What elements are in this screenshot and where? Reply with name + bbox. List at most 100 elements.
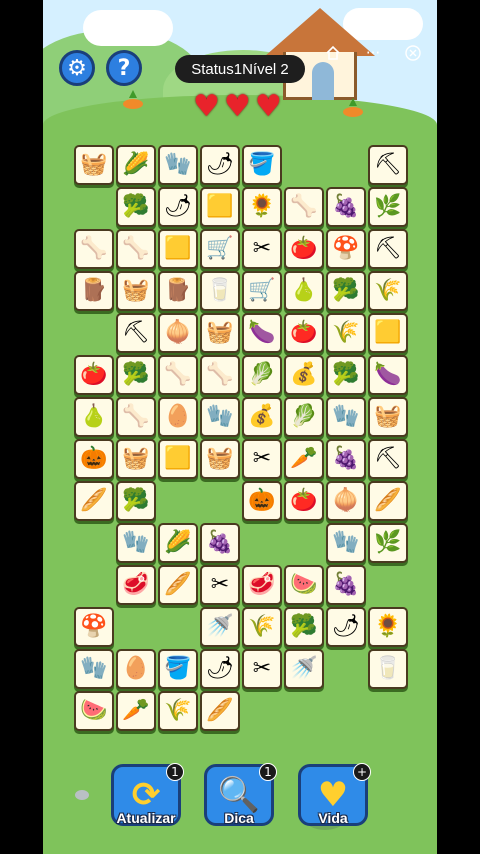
tile-milk-carton[interactable]: 🥛: [200, 271, 240, 311]
tile-eggplant[interactable]: 🍆: [242, 313, 282, 353]
tile-shovel[interactable]: ⛏: [368, 439, 408, 479]
tile-milk-carton[interactable]: 🥛: [368, 649, 408, 689]
tile-broccoli[interactable]: 🥦: [116, 187, 156, 227]
tile-meat[interactable]: 🥩: [116, 565, 156, 605]
tile-logs[interactable]: 🪵: [158, 271, 198, 311]
tile-chili-pepper[interactable]: 🌶: [200, 649, 240, 689]
tile-scissors[interactable]: ✂: [242, 439, 282, 479]
tile-bread[interactable]: 🥖: [200, 691, 240, 731]
tile-watering-can[interactable]: 🚿: [200, 607, 240, 647]
tile-onion[interactable]: 🧅: [158, 313, 198, 353]
tile-broccoli[interactable]: 🥦: [326, 355, 366, 395]
tile-sunflower-seed[interactable]: 🌻: [242, 187, 282, 227]
tile-broccoli[interactable]: 🥦: [326, 271, 366, 311]
tile-seed-bag[interactable]: 💰: [284, 355, 324, 395]
tile-grapes[interactable]: 🍇: [326, 565, 366, 605]
tile-basket[interactable]: 🧺: [200, 439, 240, 479]
tile-tomato[interactable]: 🍅: [284, 313, 324, 353]
tile-wheat[interactable]: 🌾: [242, 607, 282, 647]
tile-bone[interactable]: 🦴: [74, 229, 114, 269]
tile-carrot[interactable]: 🥕: [116, 691, 156, 731]
tile-hay-bale[interactable]: 🟨: [158, 229, 198, 269]
tile-mushroom[interactable]: 🍄: [326, 229, 366, 269]
tile-watermelon[interactable]: 🍉: [74, 691, 114, 731]
tile-bone[interactable]: 🦴: [200, 355, 240, 395]
tile-seed-bag[interactable]: 💰: [242, 397, 282, 437]
tile-wheelbarrow[interactable]: 🛒: [200, 229, 240, 269]
tile-wheat[interactable]: 🌾: [368, 271, 408, 311]
tile-tomato[interactable]: 🍅: [284, 481, 324, 521]
tile-bread[interactable]: 🥖: [158, 565, 198, 605]
tile-basket[interactable]: 🧺: [74, 145, 114, 185]
tile-grapes[interactable]: 🍇: [326, 439, 366, 479]
tile-glove[interactable]: 🧤: [74, 649, 114, 689]
tile-bucket[interactable]: 🪣: [242, 145, 282, 185]
tile-corn[interactable]: 🌽: [116, 145, 156, 185]
tile-wheat[interactable]: 🌾: [326, 313, 366, 353]
tile-meat[interactable]: 🥩: [242, 565, 282, 605]
tile-tomato[interactable]: 🍅: [74, 355, 114, 395]
tile-sunflower-seed[interactable]: 🌻: [368, 607, 408, 647]
tile-broccoli[interactable]: 🥦: [116, 355, 156, 395]
tile-hay-bale[interactable]: 🟨: [158, 439, 198, 479]
tile-bone[interactable]: 🦴: [158, 355, 198, 395]
tile-cauliflower[interactable]: 🥬: [242, 355, 282, 395]
tile-broccoli[interactable]: 🥦: [284, 607, 324, 647]
tile-corn[interactable]: 🌽: [158, 523, 198, 563]
tile-bread[interactable]: 🥖: [368, 481, 408, 521]
tile-glove[interactable]: 🧤: [326, 523, 366, 563]
tile-wheat[interactable]: 🌾: [158, 691, 198, 731]
tile-wheelbarrow[interactable]: 🛒: [242, 271, 282, 311]
sunflower-seed-icon: 🌻: [374, 614, 402, 639]
tile-watermelon[interactable]: 🍉: [284, 565, 324, 605]
tile-chili-pepper[interactable]: 🌶: [326, 607, 366, 647]
tile-hay-bale[interactable]: 🟨: [368, 313, 408, 353]
tile-broccoli[interactable]: 🥦: [116, 481, 156, 521]
tile-basket[interactable]: 🧺: [116, 271, 156, 311]
tile-watering-can[interactable]: 🚿: [284, 649, 324, 689]
tile-basket[interactable]: 🧺: [200, 313, 240, 353]
tile-pear[interactable]: 🍐: [74, 397, 114, 437]
tile-scissors[interactable]: ✂: [242, 649, 282, 689]
tile-tomato[interactable]: 🍅: [284, 229, 324, 269]
tile-bone[interactable]: 🦴: [116, 397, 156, 437]
tile-grass[interactable]: 🌿: [368, 187, 408, 227]
tile-basket[interactable]: 🧺: [368, 397, 408, 437]
tile-pear[interactable]: 🍐: [284, 271, 324, 311]
tile-egg[interactable]: 🥚: [116, 649, 156, 689]
tile-eggplant[interactable]: 🍆: [368, 355, 408, 395]
tile-cauliflower[interactable]: 🥬: [284, 397, 324, 437]
tile-scissors[interactable]: ✂: [242, 229, 282, 269]
tile-grapes[interactable]: 🍇: [200, 523, 240, 563]
tile-egg[interactable]: 🥚: [158, 397, 198, 437]
tile-bone[interactable]: 🦴: [284, 187, 324, 227]
tomato-icon: 🍅: [290, 320, 318, 345]
tile-bone[interactable]: 🦴: [116, 229, 156, 269]
tile-grapes[interactable]: 🍇: [326, 187, 366, 227]
glove-icon: 🧤: [332, 404, 360, 429]
tile-chili-pepper[interactable]: 🌶: [158, 187, 198, 227]
tile-pumpkin[interactable]: 🎃: [242, 481, 282, 521]
tile-onion[interactable]: 🧅: [326, 481, 366, 521]
tile-glove[interactable]: 🧤: [116, 523, 156, 563]
tile-bread[interactable]: 🥖: [74, 481, 114, 521]
tile-chili-pepper[interactable]: 🌶: [200, 145, 240, 185]
tile-bucket[interactable]: 🪣: [158, 649, 198, 689]
tile-hay-bale[interactable]: 🟨: [200, 187, 240, 227]
tile-basket[interactable]: 🧺: [116, 439, 156, 479]
tile-carrot[interactable]: 🥕: [284, 439, 324, 479]
tile-glove[interactable]: 🧤: [158, 145, 198, 185]
basket-icon: 🧺: [122, 446, 150, 471]
tile-logs[interactable]: 🪵: [74, 271, 114, 311]
shovel-icon: ⛏: [374, 446, 402, 471]
tile-glove[interactable]: 🧤: [200, 397, 240, 437]
egg-icon: 🥚: [122, 656, 150, 681]
tile-mushroom[interactable]: 🍄: [74, 607, 114, 647]
tile-shovel[interactable]: ⛏: [116, 313, 156, 353]
tile-pumpkin[interactable]: 🎃: [74, 439, 114, 479]
tile-shovel[interactable]: ⛏: [368, 229, 408, 269]
tile-shovel[interactable]: ⛏: [368, 145, 408, 185]
tile-grass[interactable]: 🌿: [368, 523, 408, 563]
tile-scissors[interactable]: ✂: [200, 565, 240, 605]
tile-glove[interactable]: 🧤: [326, 397, 366, 437]
